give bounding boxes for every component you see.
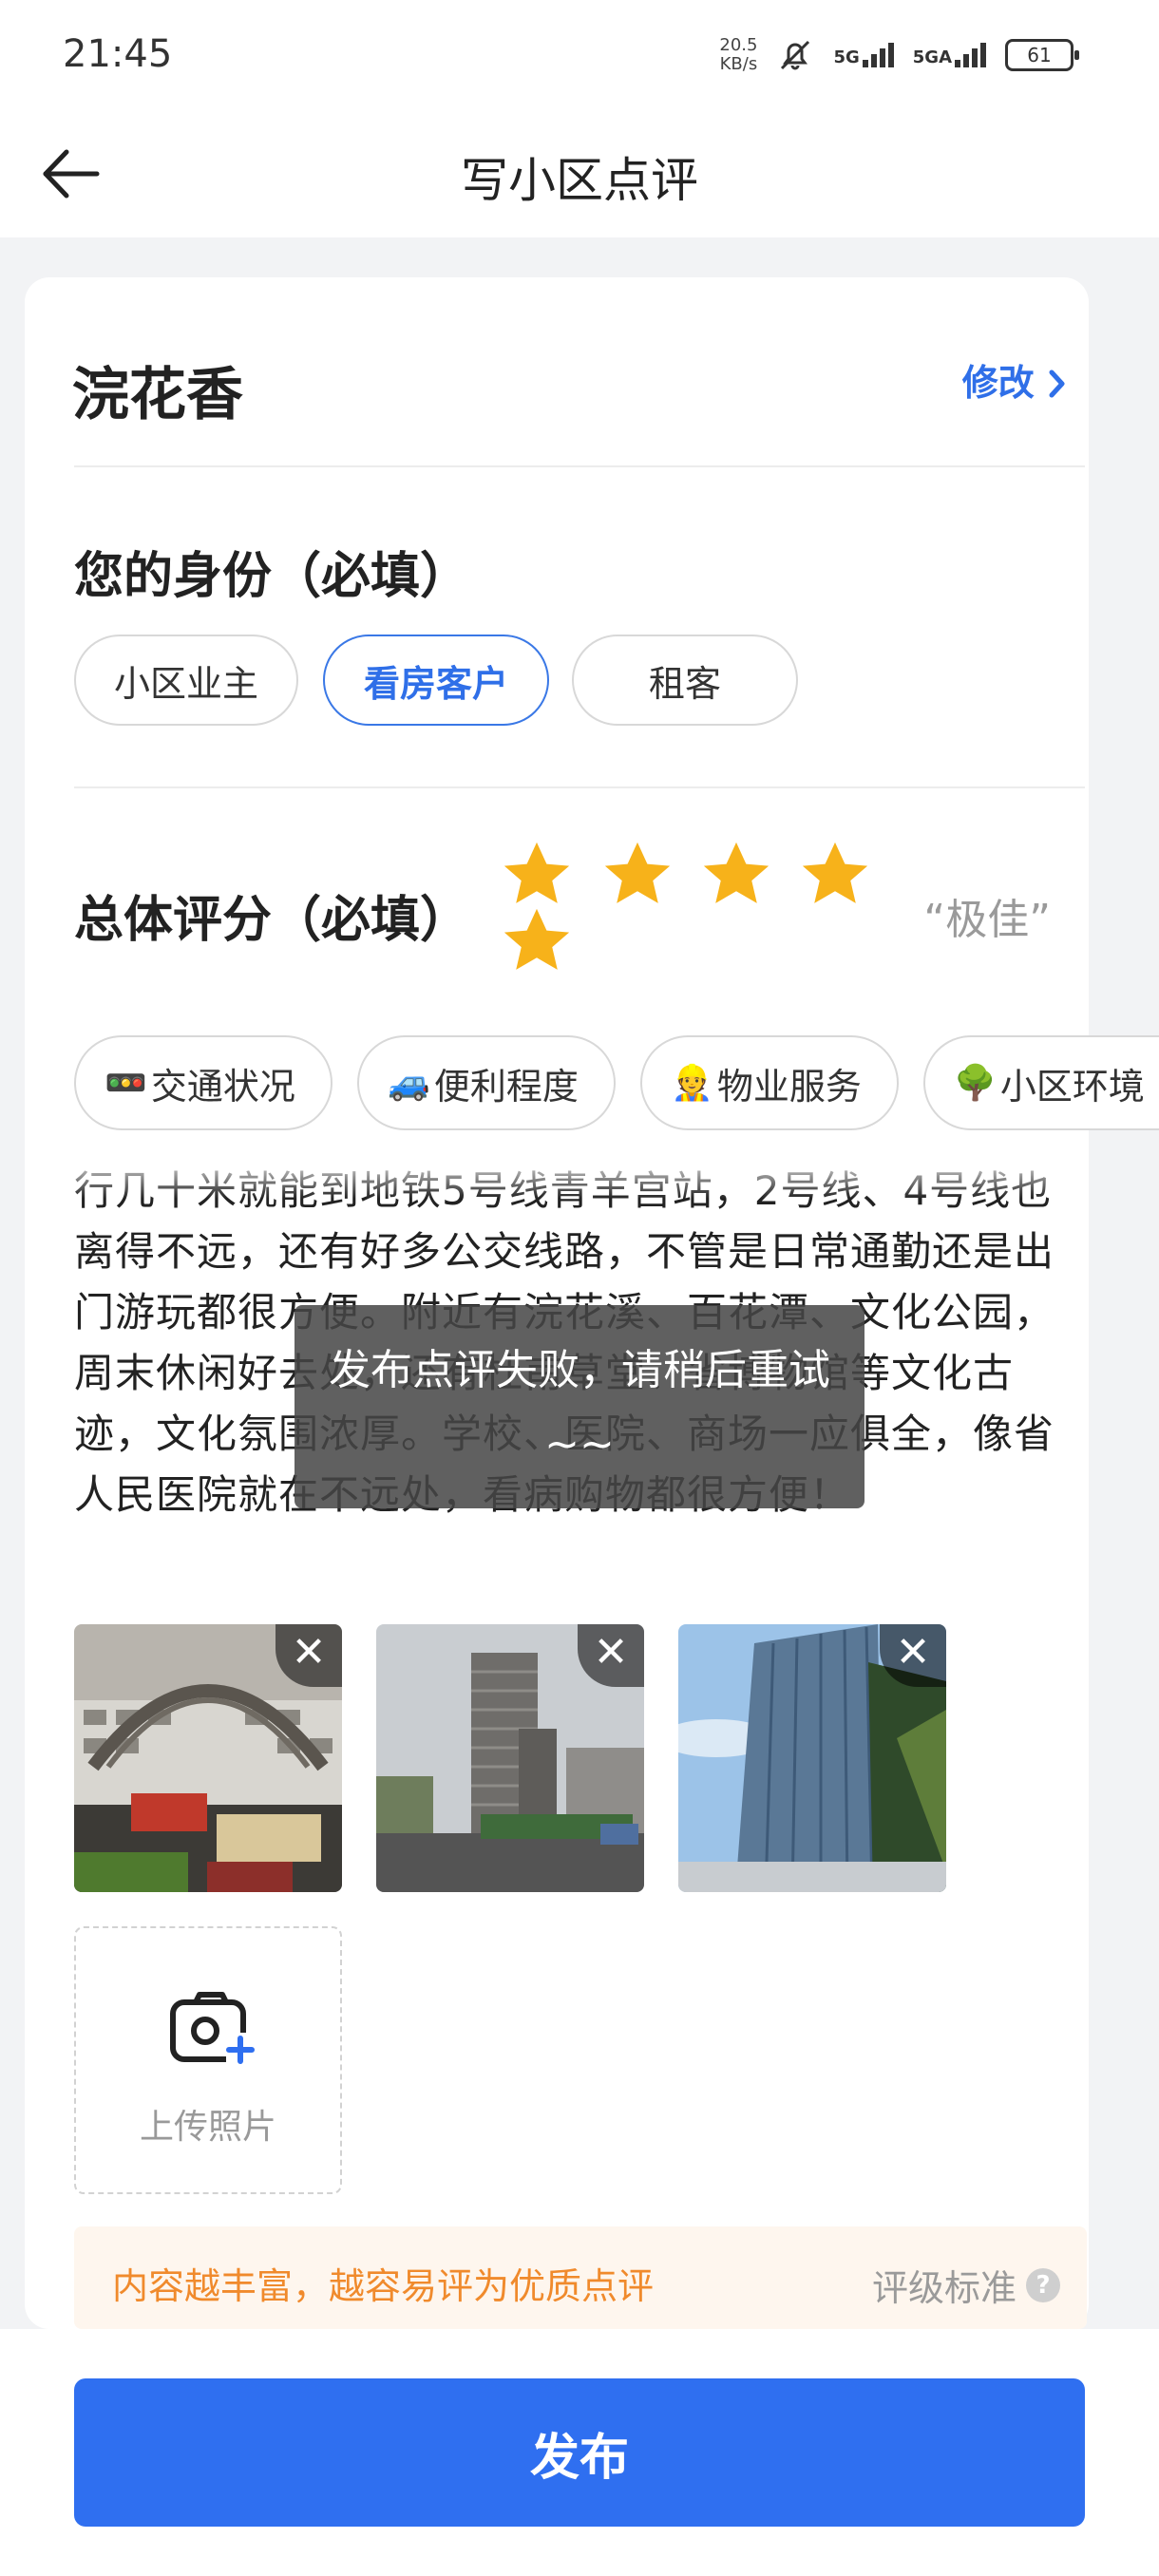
photo-thumbnail[interactable]: ✕ [678, 1624, 946, 1892]
star-icon[interactable] [699, 838, 773, 912]
tag-environment[interactable]: 🌳 小区环境 [923, 1035, 1159, 1130]
identity-title: 您的身份（必填） [74, 548, 470, 605]
bell-muted-icon [781, 40, 810, 70]
identity-owner-chip[interactable]: 小区业主 [74, 635, 298, 726]
error-toast: 发布点评失败，请稍后重试~~ [294, 1305, 864, 1508]
review-form-card: 浣花香 修改 您的身份（必填） 小区业主 看房客户 租客 总体评分（必填） “极… [25, 277, 1159, 2329]
tree-icon: 🌳 [954, 1064, 997, 1103]
tag-convenience[interactable]: 🚙 便利程度 [357, 1035, 616, 1130]
tag-traffic[interactable]: 🚥 交通状况 [74, 1035, 332, 1130]
status-bar: 21:45 20.5 KB/s 5G 5GA 61 [0, 0, 1159, 114]
rating-title: 总体评分（必填） [74, 892, 470, 949]
star-icon[interactable] [500, 838, 574, 912]
divider [74, 786, 1085, 788]
photo-thumbnail[interactable]: ✕ [376, 1624, 644, 1892]
nav-bar: 写小区点评 [0, 114, 1159, 237]
camera-plus-icon [170, 1992, 255, 2065]
community-name: 浣花香 [72, 362, 243, 428]
rating-label: “极佳” [923, 896, 1051, 944]
worker-icon: 👷 [671, 1064, 713, 1103]
question-icon: ? [1026, 2267, 1060, 2302]
bottom-bar: 发布 [0, 2329, 1159, 2576]
quality-tip-bar: 内容越丰富，越容易评为优质点评 评级标准 ? [74, 2226, 1087, 2329]
star-icon[interactable] [600, 838, 674, 912]
star-icon[interactable] [500, 904, 574, 978]
car-icon: 🚙 [388, 1064, 430, 1103]
signal-5g-icon: 5G [833, 43, 894, 67]
status-icons: 20.5 KB/s 5G 5GA 61 [719, 35, 1079, 74]
traffic-light-icon: 🚥 [104, 1064, 147, 1103]
rating-standard-link[interactable]: 评级标准 ? [872, 2259, 1060, 2311]
publish-button[interactable]: 发布 [74, 2378, 1085, 2527]
network-speed: 20.5 KB/s [719, 35, 758, 74]
quality-tip-text: 内容越丰富，越容易评为优质点评 [112, 2265, 655, 2307]
upload-photo-label: 上传照片 [139, 2108, 276, 2147]
signal-5ga-icon: 5GA [913, 43, 986, 67]
identity-viewer-chip[interactable]: 看房客户 [323, 635, 549, 726]
tag-property-service[interactable]: 👷 物业服务 [640, 1035, 899, 1130]
chevron-right-icon [1049, 369, 1065, 398]
star-icon[interactable] [798, 838, 872, 912]
identity-tenant-chip[interactable]: 租客 [572, 635, 798, 726]
modify-button[interactable]: 修改 [962, 353, 1068, 406]
status-time: 21:45 [63, 32, 173, 76]
page-title: 写小区点评 [461, 153, 698, 208]
battery-icon: 61 [1005, 39, 1079, 71]
upload-photo-button[interactable]: 上传照片 [74, 1926, 342, 2194]
review-fade [25, 1132, 1089, 1199]
divider [74, 465, 1085, 467]
photo-thumbnail[interactable]: ✕ [74, 1624, 342, 1892]
